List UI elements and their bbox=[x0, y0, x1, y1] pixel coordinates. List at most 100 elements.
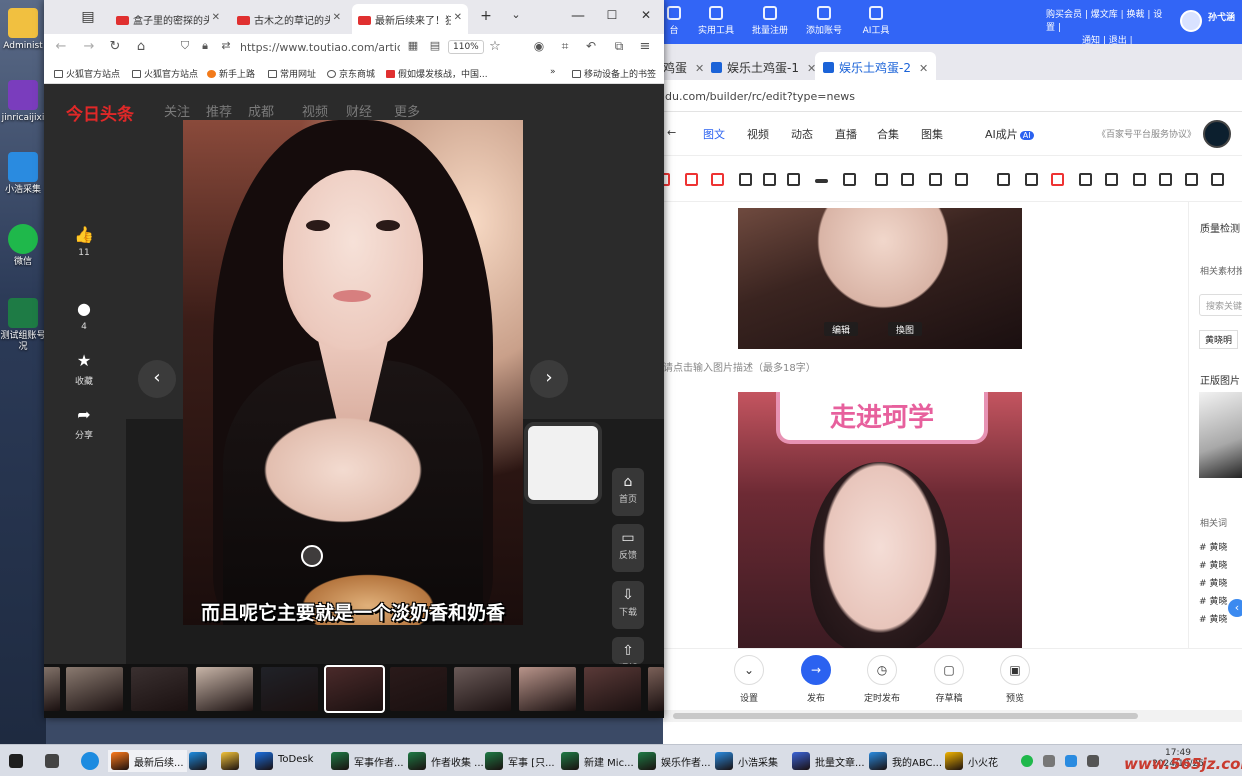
nav-more[interactable]: 更多 bbox=[394, 101, 420, 120]
lock-icon[interactable]: 🔒︎ bbox=[196, 39, 214, 53]
audio-icon[interactable] bbox=[1105, 173, 1118, 186]
desktop-icon-excel-file[interactable]: 测试组账号况 bbox=[0, 298, 46, 353]
bookmark-item[interactable]: 新手上路 bbox=[207, 67, 255, 80]
maximize-icon[interactable]: ☐ bbox=[602, 8, 622, 22]
tab-headline-2[interactable]: 古木之的草记的头条✕ bbox=[231, 4, 347, 34]
edit-image-button[interactable]: 编辑 bbox=[824, 322, 859, 336]
task-view-button[interactable] bbox=[42, 750, 63, 772]
tab-video[interactable]: 视频 bbox=[747, 126, 769, 142]
bookmark-item[interactable]: 火狐官方站点 bbox=[132, 67, 198, 80]
hashtag-item[interactable]: # 黄晓 bbox=[1199, 612, 1227, 625]
bookmark-star-icon[interactable]: ☆ bbox=[486, 39, 504, 54]
back-arrow-icon[interactable]: ← bbox=[667, 126, 676, 139]
thumbnail[interactable] bbox=[390, 667, 447, 711]
editor-content[interactable]: 编辑 換图 请点击输入图片描述（最多18字） 走进珂学 bbox=[663, 202, 1175, 648]
chart-icon[interactable] bbox=[1211, 173, 1224, 186]
bookmark-item[interactable]: 假如爆发核战，中国... bbox=[386, 67, 488, 80]
thumbnail[interactable] bbox=[196, 667, 253, 711]
tray-icon[interactable] bbox=[1062, 750, 1085, 772]
nav-finance[interactable]: 财经 bbox=[346, 101, 372, 120]
tab-headline-3[interactable]: 最新后续来了！狂欢✕ bbox=[352, 4, 468, 34]
hashtag-item[interactable]: # 黄晓 bbox=[1199, 594, 1227, 607]
tool-add-account[interactable]: 添加账号 bbox=[799, 6, 849, 36]
save-draft-button[interactable]: ▢ 存草稿 bbox=[927, 655, 971, 704]
tool-batch-register[interactable]: 批量注册 bbox=[745, 6, 795, 36]
article-image-2[interactable]: 走进珂学 bbox=[738, 392, 1022, 648]
service-agreement-link[interactable]: 《百家号平台服务协议》 bbox=[1097, 127, 1196, 140]
video-player[interactable]: 而且呢它主要就是一个淡奶香和奶香 bbox=[183, 120, 523, 625]
close-window-icon[interactable]: ✕ bbox=[636, 8, 656, 22]
bookmark-item[interactable]: 京东商城 bbox=[327, 67, 375, 80]
desktop-icon-xiaohao[interactable]: 小浩采集 bbox=[0, 152, 46, 196]
tool-utilities[interactable]: 实用工具 bbox=[691, 6, 741, 36]
url-input[interactable]: https://www.toutiao.com/article/ bbox=[240, 41, 400, 54]
start-button[interactable] bbox=[6, 750, 27, 772]
close-icon[interactable]: ✕ bbox=[919, 62, 928, 75]
material-search-input[interactable]: 搜索关键 bbox=[1199, 294, 1242, 316]
tab-live[interactable]: 直播 bbox=[835, 126, 857, 142]
article-image-1[interactable]: 编辑 換图 bbox=[738, 208, 1022, 349]
taskbar-item-edge[interactable] bbox=[186, 750, 209, 772]
desktop-icon-wechat[interactable]: 微信 bbox=[0, 224, 46, 268]
thumbnail[interactable] bbox=[519, 667, 576, 711]
nav-city[interactable]: 成都 bbox=[248, 101, 274, 120]
extensions-icon[interactable]: ⧉ bbox=[610, 39, 628, 54]
schedule-publish-button[interactable]: ◷ 定时发布 bbox=[860, 655, 904, 704]
desktop-icon-administrator[interactable]: Administ bbox=[0, 8, 46, 52]
tab-ai-video[interactable]: AI成片 AI bbox=[985, 126, 1034, 142]
replace-image-button[interactable]: 換图 bbox=[888, 322, 923, 336]
nav-recommend[interactable]: 推荐 bbox=[206, 101, 232, 120]
new-tab-icon[interactable]: + bbox=[476, 8, 496, 24]
home-icon[interactable]: ⌂ bbox=[132, 39, 150, 54]
favorite-button[interactable]: ★ 收藏 bbox=[66, 352, 102, 388]
site-logo[interactable]: 今日头条 bbox=[66, 100, 134, 125]
thumbnail[interactable] bbox=[44, 667, 60, 711]
account-icon[interactable]: ◉ bbox=[530, 39, 548, 53]
nav-follow[interactable]: 关注 bbox=[164, 101, 190, 120]
bookmark-icon[interactable] bbox=[1159, 173, 1172, 186]
like-button[interactable]: 👍 11 bbox=[66, 226, 102, 259]
tab-dynamic[interactable]: 动态 bbox=[791, 126, 813, 142]
minimize-icon[interactable]: — bbox=[568, 8, 588, 24]
thumbnail[interactable] bbox=[454, 667, 511, 711]
taskbar-item-batch-articles[interactable]: 批量文章... bbox=[789, 750, 868, 772]
close-icon[interactable]: ✕ bbox=[454, 12, 462, 23]
preview-button[interactable]: ▣ 预览 bbox=[993, 655, 1037, 704]
back-to-top-button[interactable]: ⇧顶部 bbox=[612, 637, 644, 674]
taskbar-item-excel-1[interactable]: 军事作者... bbox=[328, 750, 407, 772]
share-button[interactable]: ➦ 分享 bbox=[66, 406, 102, 442]
forward-icon[interactable]: → bbox=[80, 39, 98, 54]
font-color-icon[interactable] bbox=[739, 173, 752, 186]
tab-overview-icon[interactable]: ▤ bbox=[78, 9, 98, 25]
strikethrough-icon[interactable] bbox=[711, 173, 724, 186]
taskbar-item-explorer[interactable] bbox=[218, 750, 241, 772]
video-icon[interactable] bbox=[1079, 173, 1092, 186]
user-avatar[interactable] bbox=[1180, 10, 1202, 32]
bookmark-item[interactable]: 火狐官方站点 bbox=[54, 67, 120, 80]
taskbar-item-excel-3[interactable]: 军事 [只... bbox=[482, 750, 558, 772]
thumbnail[interactable] bbox=[648, 667, 664, 711]
bookmark-item[interactable]: 移动设备上的书签 bbox=[572, 67, 656, 80]
bookmark-item[interactable]: 常用网址 bbox=[268, 67, 316, 80]
shield-icon[interactable]: ⛉ bbox=[176, 39, 194, 53]
crop-screenshot-icon[interactable]: ⌗ bbox=[556, 39, 574, 54]
publish-button[interactable]: → 发布 bbox=[794, 655, 838, 704]
download-button[interactable]: ⇩ 下载 bbox=[612, 581, 644, 629]
taskbar-item-xiaohuohua[interactable]: 小火花 bbox=[942, 750, 1001, 772]
taskbar-item-todesk[interactable]: ToDesk bbox=[252, 750, 316, 772]
ordered-list-icon[interactable] bbox=[875, 173, 888, 186]
hashtag-item[interactable]: # 黄晓 bbox=[1199, 540, 1227, 553]
formula-icon[interactable] bbox=[1051, 173, 1064, 186]
copyright-image-thumb[interactable] bbox=[1199, 392, 1242, 478]
user-links[interactable]: 购买会员 | 爆文库 | 换裁 | 设置 | 通知 | 退出 | bbox=[1046, 9, 1166, 48]
tab-egg-1[interactable]: 娱乐土鸡蛋-1 ✕ bbox=[703, 52, 824, 80]
image-gallery-icon[interactable] bbox=[1025, 173, 1038, 186]
back-icon[interactable]: ← bbox=[52, 39, 70, 54]
more-bookmarks-icon[interactable]: » bbox=[550, 67, 556, 77]
thumbnail[interactable] bbox=[261, 667, 318, 711]
thumbnail[interactable] bbox=[584, 667, 641, 711]
menu-icon[interactable]: ≡ bbox=[636, 39, 654, 54]
tab-list-chevron-icon[interactable]: ⌄ bbox=[506, 8, 526, 21]
hashtag-item[interactable]: # 黄晓 bbox=[1199, 558, 1227, 571]
next-button[interactable]: › bbox=[530, 360, 568, 398]
